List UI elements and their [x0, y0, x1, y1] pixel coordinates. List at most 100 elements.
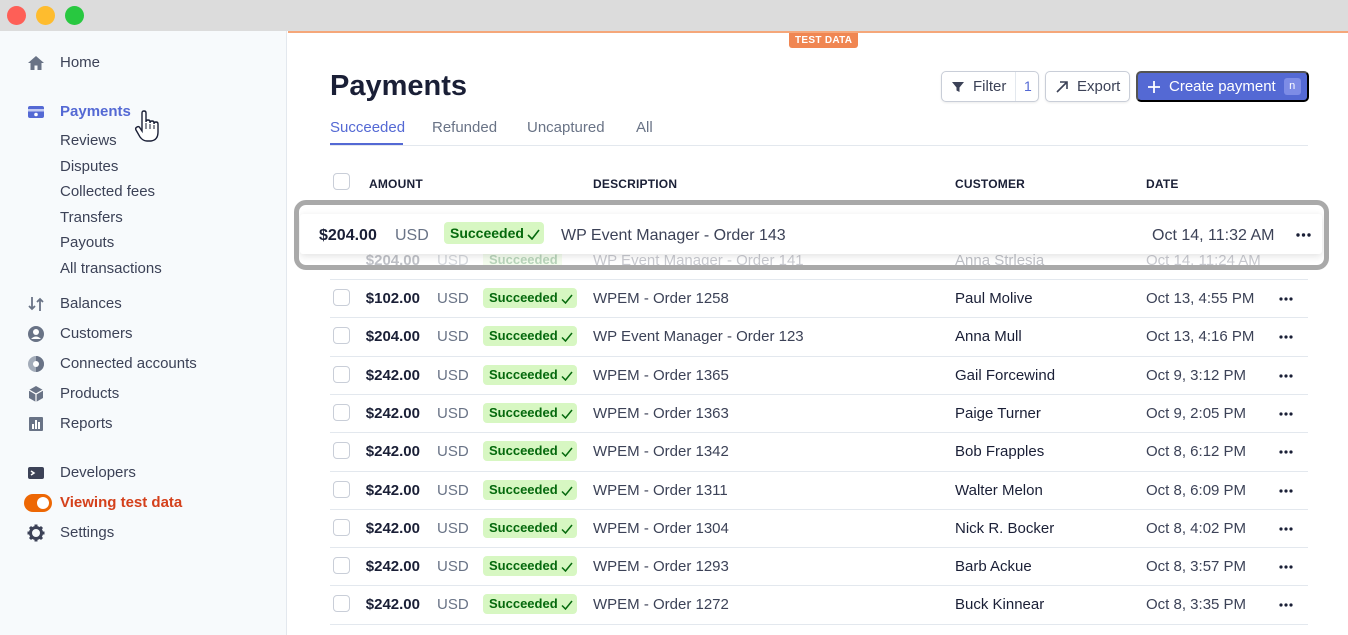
sidebar-subitem-disputes[interactable]: Disputes [60, 158, 118, 175]
table-row[interactable]: $242.00 USD Succeeded WPEM - Order 1342 Bob … [330, 432, 1308, 470]
sidebar-subitem-reviews[interactable]: Reviews [60, 132, 117, 149]
sidebar-subitem-payouts[interactable]: Payouts [60, 234, 114, 251]
filter-label: Filter [973, 78, 1007, 95]
sidebar-subitem-all-transactions[interactable]: All transactions [60, 260, 162, 277]
sidebar-item-label: Home [60, 54, 101, 71]
sidebar-item-label: Developers [60, 464, 136, 481]
sidebar-item-settings[interactable]: Settings [0, 520, 287, 546]
description-value: WPEM - Order 1272 [593, 596, 729, 614]
minimize-window-button[interactable] [36, 6, 55, 25]
table-row[interactable]: $242.00 USD Succeeded WPEM - Order 1311 Walt… [330, 470, 1308, 509]
sidebar-item-developers[interactable]: Developers [0, 460, 287, 486]
table-row[interactable]: $242.00 USD Succeeded WPEM - Order 1304 Nick… [330, 508, 1308, 547]
tab-all[interactable]: All [636, 119, 653, 136]
currency-value: USD [437, 519, 469, 537]
customer-value: Paul Molive [955, 290, 1033, 307]
more-options-icon[interactable] [1279, 297, 1293, 301]
sidebar-item-home[interactable]: Home [0, 50, 287, 76]
more-options-icon[interactable] [1279, 565, 1293, 569]
status-badge: Succeeded [483, 517, 577, 538]
payments-icon [28, 106, 44, 118]
filter-icon [952, 81, 964, 92]
amount-value: $242.00 [365, 481, 420, 499]
export-button[interactable]: Export [1045, 71, 1130, 102]
description-value: WPEM - Order 1293 [593, 558, 729, 576]
description-value: WPEM - Order 1304 [593, 519, 729, 537]
amount-value: $102.00 [365, 290, 420, 307]
page-title: Payments [330, 70, 468, 102]
column-header-customer[interactable]: CUSTOMER [955, 177, 1025, 191]
amount-value: $242.00 [365, 366, 420, 384]
checkmark-icon [561, 524, 573, 534]
more-options-icon[interactable] [1279, 488, 1293, 493]
sidebar-item-label: Settings [60, 524, 115, 541]
date-value: Oct 8, 3:57 PM [1146, 558, 1247, 576]
more-options-icon[interactable] [1279, 412, 1293, 416]
customers-icon [28, 326, 44, 342]
more-options-icon[interactable] [1279, 527, 1293, 531]
sidebar-subitem-collected-fees[interactable]: Collected fees [60, 183, 155, 200]
table-row[interactable]: $102.00 USD Succeeded WPEM - Order 1258 Paul… [330, 279, 1308, 317]
customer-value: Barb Ackue [955, 558, 1032, 576]
balances-icon [28, 297, 44, 311]
more-options-icon[interactable] [1279, 603, 1293, 607]
select-all-checkbox[interactable] [333, 173, 350, 190]
table-row[interactable]: $242.00 USD Succeeded WPEM - Order 1272 Buck… [330, 585, 1308, 623]
test-mode-label: Viewing test data [60, 494, 183, 511]
status-badge: Succeeded [483, 364, 577, 385]
checkmark-icon [561, 600, 573, 611]
sidebar-item-label: Products [60, 385, 120, 402]
sidebar-item-reports[interactable]: Reports [0, 411, 287, 437]
status-label: Succeeded [489, 481, 558, 497]
status-badge: Succeeded [483, 441, 577, 462]
connected-accounts-icon [28, 356, 44, 372]
column-header-amount[interactable]: AMOUNT [369, 177, 423, 191]
tab-uncaptured[interactable]: Uncaptured [527, 119, 605, 136]
create-payment-button[interactable]: Create payment n [1136, 71, 1309, 102]
amount-value: $242.00 [365, 519, 420, 537]
more-options-icon[interactable] [1279, 373, 1293, 378]
currency-value: USD [437, 596, 469, 614]
more-options-icon[interactable] [1279, 450, 1293, 454]
row-highlight-frame [294, 200, 1329, 270]
status-badge: Succeeded [483, 402, 577, 423]
filter-button[interactable]: Filter 1 [941, 71, 1039, 102]
tab-refunded[interactable]: Refunded [432, 119, 497, 136]
column-header-date[interactable]: DATE [1146, 177, 1179, 191]
filter-count-badge: 1 [1015, 72, 1032, 101]
maximize-window-button[interactable] [65, 6, 84, 25]
customer-value: Paige Turner [955, 404, 1041, 422]
more-options-icon[interactable] [1279, 335, 1293, 339]
checkmark-icon [561, 447, 573, 458]
sidebar-subitem-transfers[interactable]: Transfers [60, 209, 123, 226]
sidebar-item-connected-accounts[interactable]: Connected accounts [0, 351, 287, 377]
sidebar-item-balances[interactable]: Balances [0, 291, 287, 317]
close-window-button[interactable] [7, 6, 26, 25]
customer-value: Buck Kinnear [955, 596, 1045, 614]
sidebar-item-customers[interactable]: Customers [0, 321, 287, 347]
currency-value: USD [437, 366, 469, 384]
table-row[interactable]: $204.00 USD Succeeded WP Event Manager - Or… [330, 317, 1308, 355]
toggle-switch-icon [24, 494, 52, 512]
status-label: Succeeded [489, 366, 558, 382]
table-row[interactable]: $242.00 USD Succeeded WPEM - Order 1293 Barb… [330, 547, 1308, 585]
status-label: Succeeded [489, 404, 558, 420]
customer-value: Bob Frapples [955, 443, 1045, 461]
table-row[interactable]: $242.00 USD Succeeded WPEM - Order 1363 Paig… [330, 393, 1308, 432]
test-mode-toggle[interactable]: Viewing test data [0, 490, 287, 516]
amount-value: $242.00 [365, 443, 420, 461]
tab-succeeded[interactable]: Succeeded [330, 119, 405, 136]
column-header-description[interactable]: DESCRIPTION [593, 177, 677, 191]
status-label: Succeeded [489, 519, 558, 535]
table-row[interactable]: $242.00 USD Succeeded WPEM - Order 1365 Gail… [330, 355, 1308, 394]
table-row-partial [330, 623, 1308, 634]
description-value: WPEM - Order 1311 [593, 481, 728, 499]
home-icon [28, 56, 44, 70]
amount-value: $204.00 [365, 328, 420, 346]
amount-value: $242.00 [365, 404, 420, 422]
checkmark-icon [561, 562, 573, 573]
sidebar-item-products[interactable]: Products [0, 381, 287, 407]
date-value: Oct 13, 4:55 PM [1146, 290, 1255, 307]
date-value: Oct 13, 4:16 PM [1146, 328, 1255, 346]
products-icon [28, 386, 44, 402]
